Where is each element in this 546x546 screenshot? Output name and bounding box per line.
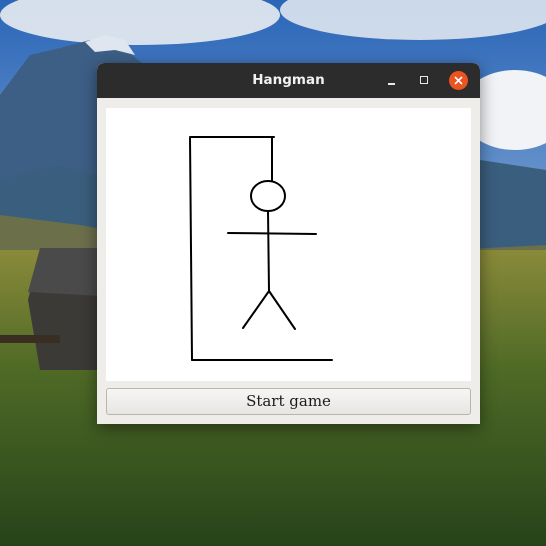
minimize-button[interactable]	[382, 71, 401, 90]
gallows-post	[189, 137, 193, 361]
figure-left-leg	[242, 290, 270, 329]
window-titlebar[interactable]: Hangman	[97, 63, 480, 98]
figure-right-leg	[268, 290, 296, 330]
hangman-canvas	[106, 108, 471, 381]
hangman-window: Hangman Start game	[97, 63, 480, 424]
close-icon	[454, 76, 463, 85]
figure-head	[250, 180, 286, 212]
figure-arms	[227, 232, 317, 235]
gallows	[189, 136, 333, 361]
hangman-figure	[227, 180, 317, 330]
figure-body	[267, 210, 270, 292]
close-button[interactable]	[449, 71, 468, 90]
maximize-button[interactable]	[415, 71, 434, 90]
start-game-button[interactable]: Start game	[106, 388, 471, 415]
